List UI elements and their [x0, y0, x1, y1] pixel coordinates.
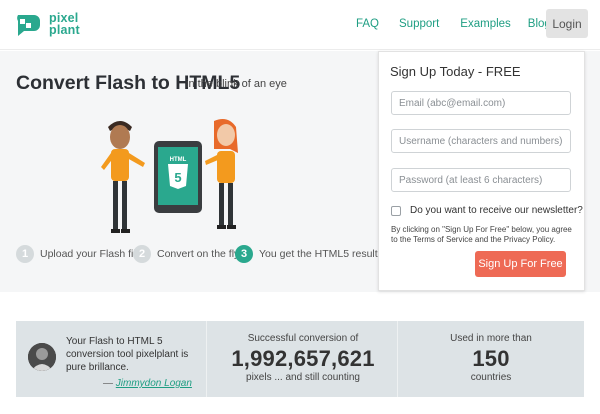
step-label: You get the HTML5 result: [259, 248, 378, 260]
woman-figure-icon: [205, 119, 238, 229]
countries-stat: Used in more than 150 countries: [398, 333, 584, 384]
pixelplant-logo-icon: [17, 15, 40, 36]
step-upload: 1 Upload your Flash file: [16, 245, 142, 263]
step-number: 3: [235, 245, 253, 263]
email-field[interactable]: [391, 91, 571, 115]
terms-text: By clicking on "Sign Up For Free" below,…: [391, 225, 572, 244]
login-button[interactable]: Login: [546, 9, 588, 38]
testimonial-quote: Your Flash to HTML 5 conversion tool pix…: [66, 336, 189, 373]
nav-faq[interactable]: FAQ: [356, 18, 379, 30]
countries-caption: Used in more than: [450, 333, 532, 344]
signup-title: Sign Up Today - FREE: [390, 64, 521, 79]
avatar: [28, 343, 56, 371]
step-label: Convert on the fly: [157, 248, 240, 260]
conversion-illustration: HTML 5: [101, 119, 238, 233]
step-number: 1: [16, 245, 34, 263]
conversions-value: 1,992,657,621: [231, 346, 375, 371]
header: pixel plant FAQ Support Examples Blog Lo…: [0, 0, 600, 50]
logo-line-2: plant: [49, 23, 80, 37]
nav-examples[interactable]: Examples: [460, 18, 511, 30]
logo-text: pixel plant: [49, 12, 80, 37]
page: pixel plant FAQ Support Examples Blog Lo…: [0, 0, 600, 414]
password-field[interactable]: [391, 168, 571, 192]
tablet-icon: HTML 5: [154, 141, 202, 213]
man-figure-icon: [101, 121, 145, 233]
tablet-html-label: HTML: [170, 157, 187, 163]
newsletter-label: Do you want to receive our newsletter?: [410, 205, 583, 216]
newsletter-checkbox[interactable]: [391, 205, 401, 216]
hero-subtitle: in the blink of an eye: [186, 78, 287, 90]
conversions-caption: Successful conversion of: [247, 333, 359, 344]
newsletter-row: Do you want to receive our newsletter?: [391, 205, 583, 216]
logo[interactable]: pixel plant: [14, 9, 80, 39]
username-field[interactable]: [391, 129, 571, 153]
main-nav: FAQ Support Examples Blog: [356, 18, 570, 30]
step-result: 3 You get the HTML5 result: [235, 245, 378, 263]
author-dash: —: [103, 378, 116, 389]
signup-button[interactable]: Sign Up For Free: [475, 251, 566, 277]
conversions-subcaption: pixels ... and still counting: [246, 372, 360, 383]
html5-badge-number: 5: [174, 170, 181, 185]
countries-value: 150: [472, 346, 510, 371]
countries-subcaption: countries: [470, 372, 512, 383]
testimonial-author: — Jimmydon Logan: [103, 378, 192, 389]
user-photo-icon: [28, 343, 56, 371]
step-label: Upload your Flash file: [40, 248, 142, 260]
author-link[interactable]: Jimmydon Logan: [116, 378, 192, 389]
conversions-stat: Successful conversion of 1,992,657,621 p…: [208, 333, 398, 384]
signup-card: Sign Up Today - FREE Do you want to rece…: [378, 51, 585, 291]
divider: [206, 321, 207, 397]
nav-support[interactable]: Support: [399, 18, 439, 30]
step-convert: 2 Convert on the fly: [133, 245, 239, 263]
step-number: 2: [133, 245, 151, 263]
stats-band: Your Flash to HTML 5 conversion tool pix…: [16, 321, 584, 397]
